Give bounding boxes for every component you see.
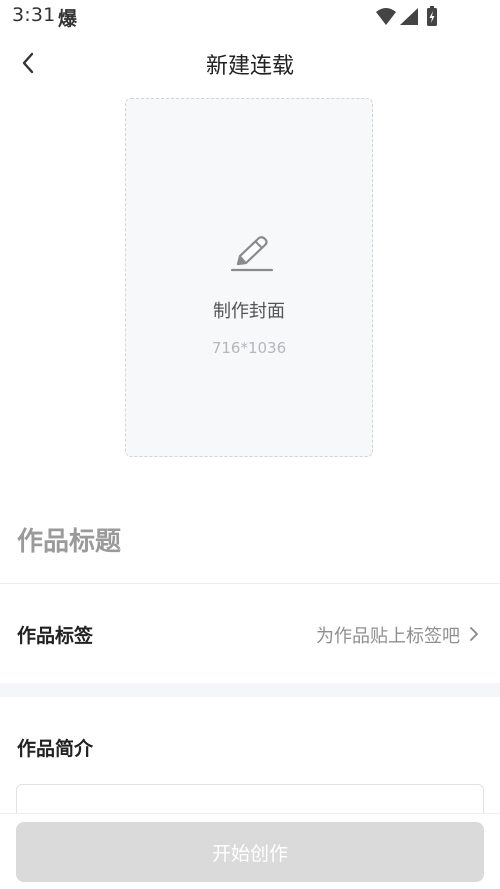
- status-bar: 3:31 爆: [0, 0, 500, 34]
- work-tags-label: 作品标签: [17, 625, 94, 647]
- cellular-signal-icon: [400, 8, 418, 25]
- work-tags-row[interactable]: 作品标签 为作品贴上标签吧: [0, 585, 500, 683]
- start-creating-button[interactable]: 开始创作: [16, 822, 484, 882]
- new-serial-screen: 3:31 爆 新建连载 制作封面 716*1036 作品标题 作品标签 为作品贴…: [0, 0, 500, 889]
- status-time: 3:31: [12, 4, 56, 26]
- status-icons: [376, 6, 437, 26]
- work-tags-placeholder: 为作品贴上标签吧: [316, 626, 460, 647]
- cover-label: 制作封面: [213, 301, 285, 322]
- work-intro-label: 作品简介: [17, 738, 94, 760]
- app-notification-icon: 爆: [58, 8, 78, 30]
- cover-upload-button[interactable]: 制作封面 716*1036: [125, 98, 373, 457]
- bottom-action-bar: 开始创作: [0, 813, 500, 889]
- cover-size-hint: 716*1036: [211, 339, 287, 357]
- chevron-right-icon: [470, 627, 478, 641]
- page-title: 新建连载: [205, 54, 294, 79]
- header: 新建连载: [0, 36, 500, 90]
- battery-charging-icon: [427, 6, 437, 26]
- work-title-input[interactable]: [0, 500, 500, 584]
- wifi-icon: [376, 8, 396, 25]
- section-divider: [0, 683, 500, 697]
- pencil-icon: [230, 236, 274, 272]
